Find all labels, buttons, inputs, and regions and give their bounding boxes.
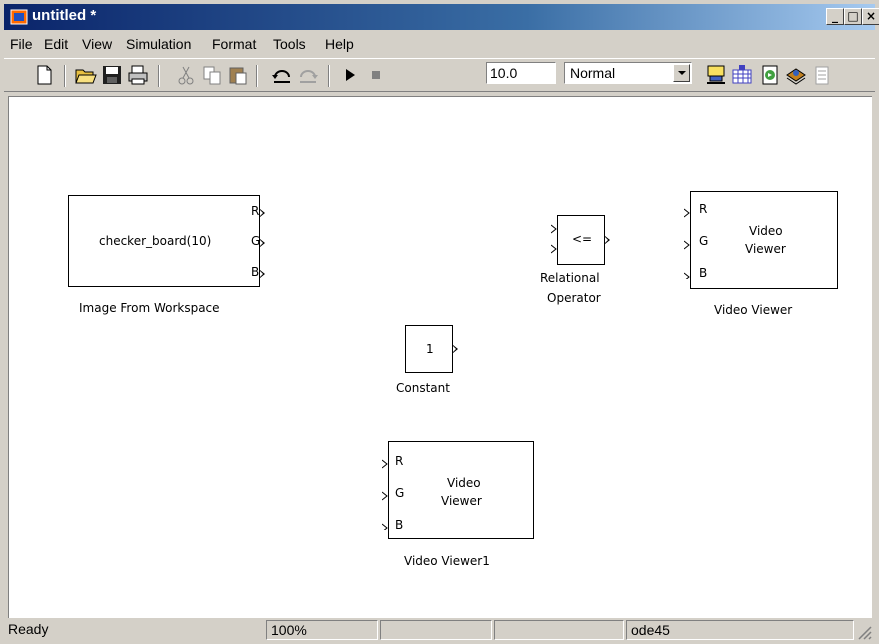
output-port-g[interactable]: [260, 239, 265, 247]
simulink-window: untitled * _ □ × File Edit View Simulati…: [0, 0, 879, 644]
library-browser-icon[interactable]: [784, 63, 808, 87]
simulation-mode-select[interactable]: Normal: [564, 62, 692, 84]
status-bar: Ready 100% ode45: [4, 618, 875, 642]
relational-operator-block[interactable]: <=: [557, 215, 605, 265]
menu-format[interactable]: Format: [212, 36, 256, 52]
model-canvas[interactable]: checker_board(10) R G B Image From Works…: [8, 96, 872, 618]
toolbar-separator: [64, 65, 66, 87]
start-simulation-icon[interactable]: [338, 63, 362, 87]
port-label-b: B: [251, 265, 260, 279]
output-port-b[interactable]: [260, 270, 265, 278]
stop-simulation-icon[interactable]: [364, 63, 388, 87]
undo-icon[interactable]: [270, 63, 294, 87]
input-ports-video-viewer1[interactable]: [382, 458, 390, 530]
status-solver: ode45: [626, 620, 854, 640]
port-label-g: G: [395, 486, 405, 500]
update-diagram-icon[interactable]: [730, 63, 754, 87]
constant-value: 1: [426, 342, 434, 356]
toolbar-separator: [256, 65, 258, 87]
port-label-r: R: [251, 204, 260, 218]
redo-icon[interactable]: [296, 63, 320, 87]
input-ports-relational[interactable]: [551, 223, 559, 259]
menu-help[interactable]: Help: [325, 36, 354, 52]
menu-bar: File Edit View Simulation Format Tools H…: [4, 32, 875, 56]
open-icon[interactable]: [74, 63, 98, 87]
port-label-g: G: [699, 234, 709, 248]
menu-tools[interactable]: Tools: [273, 36, 306, 52]
port-label-r: R: [395, 454, 404, 468]
copy-icon[interactable]: [200, 63, 224, 87]
port-label-b: B: [699, 266, 708, 280]
block-label-relational-line1[interactable]: Relational: [540, 271, 600, 285]
status-empty-1: [380, 620, 492, 640]
toolbar-separator: [328, 65, 330, 87]
save-icon[interactable]: [100, 63, 124, 87]
block-expression: checker_board(10): [99, 234, 212, 248]
video-viewer1-block[interactable]: R G B Video Viewer: [388, 441, 534, 539]
menu-view[interactable]: View: [82, 36, 112, 52]
stop-time-input[interactable]: 10.0: [486, 62, 556, 84]
status-zoom: 100%: [266, 620, 378, 640]
output-port-constant[interactable]: [453, 345, 458, 353]
block-label-video-viewer1[interactable]: Video Viewer1: [404, 554, 490, 568]
block-text-line2: Viewer: [745, 242, 786, 256]
toolbar-separator: [158, 65, 160, 87]
block-text-line1: Video: [749, 224, 783, 238]
block-label-video-viewer[interactable]: Video Viewer: [714, 303, 792, 317]
new-model-icon[interactable]: [32, 63, 56, 87]
block-operator: <=: [572, 232, 593, 246]
port-label-r: R: [699, 202, 708, 216]
title-bar[interactable]: untitled * _ □ ×: [4, 4, 879, 30]
resize-grip-icon[interactable]: [856, 624, 872, 640]
image-from-workspace-block[interactable]: checker_board(10) R G B: [68, 195, 260, 287]
menu-file[interactable]: File: [10, 36, 33, 52]
port-label-g: G: [251, 234, 261, 248]
close-button[interactable]: ×: [862, 8, 879, 25]
window-title: untitled *: [32, 7, 97, 24]
block-label-constant[interactable]: Constant: [396, 381, 450, 395]
debug-icon[interactable]: [810, 63, 834, 87]
build-icon[interactable]: [704, 63, 728, 87]
model-explorer-icon[interactable]: [758, 63, 782, 87]
block-text-line2: Viewer: [441, 494, 482, 508]
simulation-mode-value: Normal: [570, 65, 616, 81]
paste-icon[interactable]: [226, 63, 250, 87]
block-label-image-from-workspace[interactable]: Image From Workspace: [79, 301, 220, 315]
maximize-button[interactable]: □: [844, 8, 862, 25]
constant-block[interactable]: 1: [405, 325, 453, 373]
chevron-down-icon[interactable]: [673, 64, 690, 82]
cut-icon[interactable]: [174, 63, 198, 87]
input-ports-video-viewer[interactable]: [684, 207, 692, 279]
menu-edit[interactable]: Edit: [44, 36, 68, 52]
simulink-model-icon: [10, 8, 28, 26]
output-port-r[interactable]: [260, 209, 265, 217]
toolbar: [4, 58, 875, 92]
minimize-button[interactable]: _: [826, 8, 844, 25]
status-state: Ready: [8, 621, 49, 637]
block-text-line1: Video: [447, 476, 481, 490]
output-port-relational[interactable]: [605, 236, 610, 244]
block-label-relational-line2[interactable]: Operator: [547, 291, 601, 305]
status-empty-2: [494, 620, 624, 640]
port-label-b: B: [395, 518, 404, 532]
video-viewer-block[interactable]: R G B Video Viewer: [690, 191, 838, 289]
menu-simulation[interactable]: Simulation: [126, 36, 191, 52]
print-icon[interactable]: [126, 63, 150, 87]
